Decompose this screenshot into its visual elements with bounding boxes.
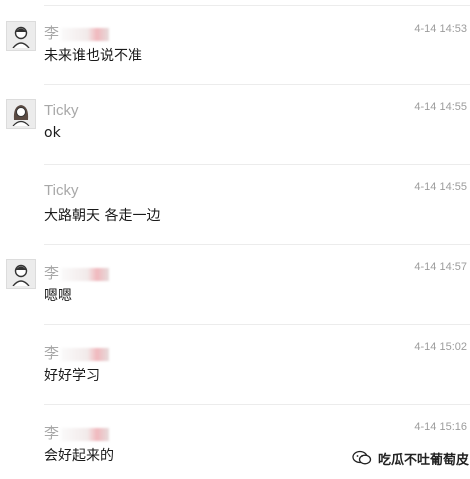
message-time: 4-14 14:55 [414,181,467,193]
watermark: 吃瓜不吐葡萄皮 [352,448,469,468]
divider [44,164,470,165]
sender-name: Ticky [44,102,79,119]
female-avatar[interactable] [6,99,36,129]
message-text: 好好学习 [44,368,100,384]
divider [44,84,470,85]
wechat-channel-icon [352,450,372,465]
message-item: 李 4-14 14:57 嗯嗯 [0,240,470,320]
message-item: 李 4-14 15:02 好好学习 [0,320,470,400]
message-time: 4-14 14:57 [414,261,467,273]
redaction-blur [61,27,110,41]
divider [44,5,470,6]
sender-name: 李 [44,22,110,43]
sender-name: 李 [44,262,110,283]
message-item: Ticky 4-14 14:55 大路朝天 各走一边 [0,160,470,240]
redaction-blur [61,347,110,361]
message-text: ok [44,125,61,141]
sender-name: Ticky [44,182,79,199]
message-text: 大路朝天 各走一边 [44,208,161,224]
message-time: 4-14 14:53 [414,23,467,35]
message-item: 李 4-14 14:53 未来谁也说不准 [0,0,470,80]
redaction-blur [61,267,110,281]
male-avatar[interactable] [6,259,36,289]
divider [44,324,470,325]
message-time: 4-14 15:02 [414,341,467,353]
redaction-blur [61,427,110,441]
watermark-text: 吃瓜不吐葡萄皮 [378,452,470,468]
message-text: 未来谁也说不准 [44,48,142,64]
message-text: 会好起来的 [44,448,114,464]
message-time: 4-14 14:55 [414,101,467,113]
male-avatar[interactable] [6,21,36,51]
sender-name: 李 [44,422,110,443]
divider [44,404,470,405]
message-text: 嗯嗯 [44,288,72,304]
divider [44,244,470,245]
message-item: Ticky 4-14 14:55 ok [0,80,470,160]
message-time: 4-14 15:16 [414,421,467,433]
sender-name: 李 [44,342,110,363]
